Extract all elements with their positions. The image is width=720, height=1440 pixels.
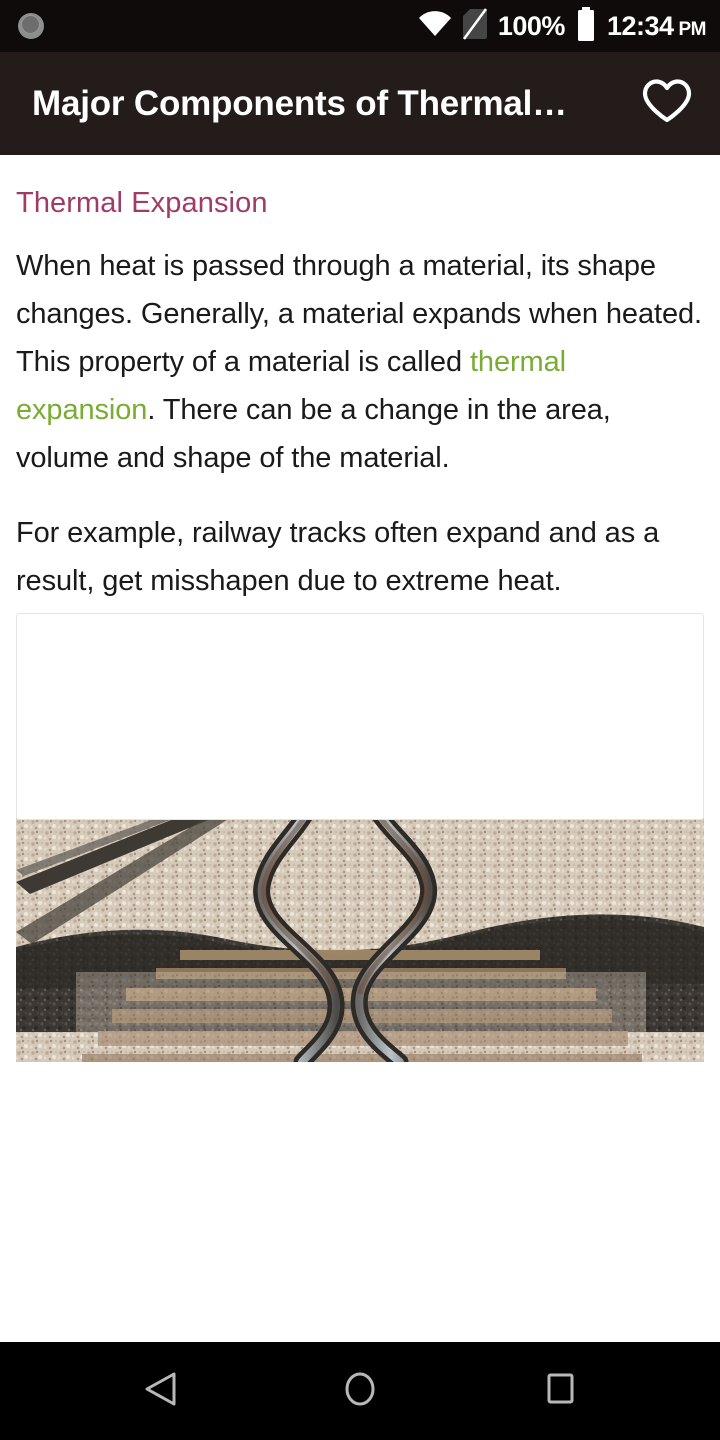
phone-screen: 100% 12:34 PM Major Components of Therma…: [0, 0, 720, 1440]
favorite-button[interactable]: [636, 73, 698, 135]
paragraph-2: For example, railway tracks often expand…: [16, 517, 660, 597]
home-button[interactable]: [312, 1343, 408, 1439]
status-bar-clock: 12:34 PM: [606, 10, 707, 41]
ad-placeholder[interactable]: [16, 613, 704, 820]
navigation-bar: [0, 1342, 720, 1440]
paragraph-1: When heat is passed through a material, …: [0, 220, 720, 482]
clock-period: PM: [678, 18, 707, 40]
no-sim-icon: [462, 7, 487, 45]
clock-time: 12:34: [606, 10, 674, 41]
wifi-full-icon: [418, 10, 452, 42]
sync-circle-icon: [18, 13, 44, 39]
app-bar: Major Components of Thermal…: [0, 52, 720, 155]
page-title: Major Components of Thermal…: [32, 83, 567, 123]
status-bar-notifications: [18, 13, 44, 39]
circle-home-icon: [343, 1371, 377, 1412]
back-button[interactable]: [112, 1343, 208, 1439]
section-heading: Thermal Expansion: [16, 187, 268, 219]
recents-button[interactable]: [512, 1343, 608, 1439]
heart-outline-icon: [642, 78, 692, 129]
triangle-back-icon: [143, 1371, 177, 1412]
square-recents-icon: [544, 1371, 576, 1412]
status-bar: 100% 12:34 PM: [0, 0, 720, 52]
status-bar-system-icons: 100% 12:34 PM: [418, 6, 707, 46]
article-content[interactable]: Thermal Expansion When heat is passed th…: [0, 155, 720, 1342]
battery-percent-label: 100%: [497, 10, 566, 41]
paragraph-1-text-before: When heat is passed through a material, …: [16, 250, 702, 378]
battery-full-icon: [576, 6, 596, 46]
